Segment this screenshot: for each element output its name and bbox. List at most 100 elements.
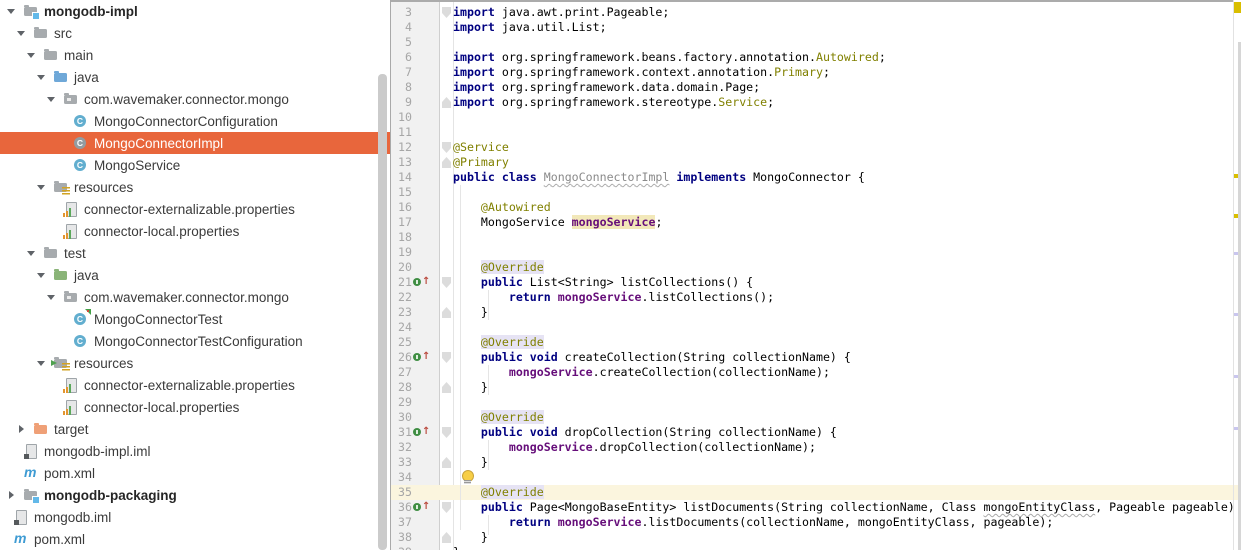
- chevron-down-icon[interactable]: [33, 176, 53, 198]
- code-line-30[interactable]: @Override: [453, 410, 544, 425]
- code-editor[interactable]: 3456789101112131415161718192021↑22232425…: [391, 0, 1241, 550]
- code-line-37[interactable]: return mongoService.listDocuments(collec…: [453, 515, 1053, 530]
- chevron-down-icon[interactable]: [43, 88, 63, 110]
- code-line-4[interactable]: import java.util.List;: [453, 20, 607, 35]
- chevron-down-icon[interactable]: [33, 66, 53, 88]
- fold-region-end-icon[interactable]: [442, 305, 451, 320]
- tree-item-resources[interactable]: resources: [0, 176, 390, 198]
- code-line-31[interactable]: public void dropCollection(String collec…: [453, 425, 837, 440]
- code-line-16[interactable]: @Autowired: [453, 200, 551, 215]
- stripe-mark[interactable]: [1234, 2, 1241, 13]
- chevron-down-icon[interactable]: [23, 44, 43, 66]
- tree-item-mongodb-impl-iml[interactable]: mongodb-impl.iml: [0, 440, 390, 462]
- code-line-38[interactable]: }: [453, 530, 488, 545]
- code-line-14[interactable]: public class MongoConnectorImpl implemen…: [453, 170, 865, 185]
- tree-item-target[interactable]: target: [0, 418, 390, 440]
- tree-item-mongoconnectortestconfiguration[interactable]: C MongoConnectorTestConfiguration: [0, 330, 390, 352]
- overrides-method-icon[interactable]: ↑: [412, 500, 429, 515]
- tree-item-com-wavemaker-connector-mongo[interactable]: com.wavemaker.connector.mongo: [0, 88, 390, 110]
- tree-item-connector-local-properties[interactable]: connector-local.properties: [0, 220, 390, 242]
- code-line-22[interactable]: return mongoService.listCollections();: [453, 290, 774, 305]
- fold-region-end-icon[interactable]: [442, 530, 451, 545]
- code-line-3[interactable]: import java.awt.print.Pageable;: [453, 5, 669, 20]
- code-line-20[interactable]: @Override: [453, 260, 544, 275]
- tree-item-com-wavemaker-connector-mongo[interactable]: com.wavemaker.connector.mongo: [0, 286, 390, 308]
- code-line-12[interactable]: @Service: [453, 140, 509, 155]
- code-line-13[interactable]: @Primary: [453, 155, 509, 170]
- chevron-right-icon[interactable]: [3, 484, 23, 506]
- code-line-32[interactable]: mongoService.dropCollection(collectionNa…: [453, 440, 816, 455]
- code-line-26[interactable]: public void createCollection(String coll…: [453, 350, 851, 365]
- chevron-down-icon[interactable]: [43, 286, 63, 308]
- tree-item-connector-local-properties[interactable]: connector-local.properties: [0, 396, 390, 418]
- code-line-6[interactable]: import org.springframework.beans.factory…: [453, 50, 886, 65]
- code-line-8[interactable]: import org.springframework.data.domain.P…: [453, 80, 760, 95]
- tree-item-src[interactable]: src: [0, 22, 390, 44]
- line-number: 16: [391, 200, 412, 215]
- code-line-23[interactable]: }: [453, 305, 488, 320]
- chevron-down-icon[interactable]: [13, 22, 33, 44]
- tree-item-mongoconnectorconfiguration[interactable]: CMongoConnectorConfiguration: [0, 110, 390, 132]
- fold-region-start-icon[interactable]: [442, 5, 451, 20]
- line-number: 29: [391, 395, 412, 410]
- code-line-39[interactable]: }: [453, 545, 460, 550]
- tree-item-java[interactable]: java: [0, 264, 390, 286]
- line-number: 6: [391, 50, 412, 65]
- line-number: 10: [391, 110, 412, 125]
- line-number: 9: [391, 95, 412, 110]
- project-tree-scrollbar[interactable]: [378, 74, 387, 550]
- fold-region-start-icon[interactable]: [442, 275, 451, 290]
- fold-region-start-icon[interactable]: [442, 500, 451, 515]
- tree-item-test[interactable]: test: [0, 242, 390, 264]
- tree-item-label: src: [54, 26, 72, 41]
- tree-item-mongoconnectortest[interactable]: CMongoConnectorTest: [0, 308, 390, 330]
- tree-item-label: mongodb.iml: [34, 510, 111, 525]
- overrides-method-icon[interactable]: ↑: [412, 350, 429, 365]
- overrides-method-icon[interactable]: ↑: [412, 425, 429, 440]
- tree-item-main[interactable]: main: [0, 44, 390, 66]
- code-line-21[interactable]: public List<String> listCollections() {: [453, 275, 753, 290]
- tree-item-mongodb-iml[interactable]: mongodb.iml: [0, 506, 390, 528]
- tree-item-connector-externalizable-properties[interactable]: connector-externalizable.properties: [0, 198, 390, 220]
- tree-item-resources[interactable]: resources: [0, 352, 390, 374]
- excluded-folder-icon: [33, 421, 49, 437]
- tree-item-pom-xml[interactable]: mpom.xml: [0, 528, 390, 550]
- chevron-down-icon[interactable]: [23, 242, 43, 264]
- chevron-down-icon[interactable]: [33, 264, 53, 286]
- tree-item-label: connector-externalizable.properties: [84, 202, 295, 217]
- chevron-right-icon[interactable]: [13, 418, 33, 440]
- code-line-17[interactable]: MongoService mongoService;: [453, 215, 662, 230]
- tree-item-label: target: [54, 422, 89, 437]
- tree-item-mongodb-packaging[interactable]: mongodb-packaging: [0, 484, 390, 506]
- tree-item-label: MongoConnectorTestConfiguration: [94, 334, 303, 349]
- tree-item-mongodb-impl[interactable]: mongodb-impl: [0, 0, 390, 22]
- code-line-27[interactable]: mongoService.createCollection(collection…: [453, 365, 830, 380]
- tree-item-connector-externalizable-properties[interactable]: connector-externalizable.properties: [0, 374, 390, 396]
- code-line-25[interactable]: @Override: [453, 335, 544, 350]
- fold-region-start-icon[interactable]: [442, 350, 451, 365]
- line-number: 17: [391, 215, 412, 230]
- editor-top-border: [391, 0, 1233, 2]
- fold-region-end-icon[interactable]: [442, 95, 451, 110]
- code-line-36[interactable]: public Page<MongoBaseEntity> listDocumen…: [453, 500, 1241, 515]
- class-icon: C: [73, 333, 89, 349]
- line-number: 5: [391, 35, 412, 50]
- fold-region-end-icon[interactable]: [442, 380, 451, 395]
- chevron-down-icon[interactable]: [3, 0, 23, 22]
- tree-item-java[interactable]: java: [0, 66, 390, 88]
- overrides-method-icon[interactable]: ↑: [412, 275, 429, 290]
- intention-lightbulb-icon[interactable]: [461, 470, 474, 484]
- code-line-35[interactable]: @Override: [453, 485, 544, 500]
- fold-region-end-icon[interactable]: [442, 455, 451, 470]
- tree-item-mongoservice[interactable]: CMongoService: [0, 154, 390, 176]
- code-line-9[interactable]: import org.springframework.stereotype.Se…: [453, 95, 774, 110]
- fold-region-start-icon[interactable]: [442, 425, 451, 440]
- code-line-28[interactable]: }: [453, 380, 488, 395]
- tree-item-mongoconnectorimpl[interactable]: CMongoConnectorImpl: [0, 132, 390, 154]
- chevron-down-icon[interactable]: [33, 352, 53, 374]
- tree-item-pom-xml[interactable]: mpom.xml: [0, 462, 390, 484]
- code-line-33[interactable]: }: [453, 455, 488, 470]
- fold-region-end-icon[interactable]: [442, 155, 451, 170]
- fold-region-start-icon[interactable]: [442, 140, 451, 155]
- code-line-7[interactable]: import org.springframework.context.annot…: [453, 65, 830, 80]
